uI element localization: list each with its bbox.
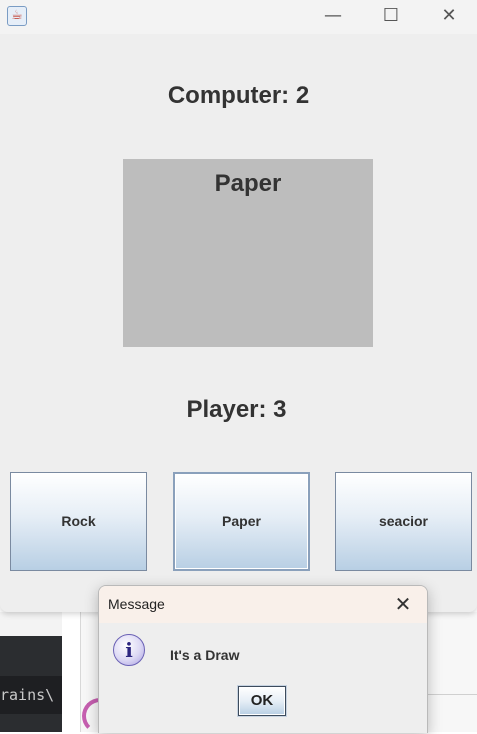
maximize-button[interactable]: ☐ xyxy=(362,0,420,32)
ok-button[interactable]: OK xyxy=(238,686,286,716)
close-button[interactable]: ✕ xyxy=(420,0,477,32)
info-icon: i xyxy=(113,634,145,666)
rock-button[interactable]: Rock xyxy=(10,472,147,571)
computer-choice-text: Paper xyxy=(214,170,282,197)
message-dialog: Message ✕ i It's a Draw OK xyxy=(98,585,428,733)
dialog-title: Message xyxy=(108,596,165,612)
player-score-label: Player: 3 xyxy=(186,396,287,423)
computer-choice-panel: Paper xyxy=(123,159,373,347)
computer-score-label: Computer: 2 xyxy=(167,82,310,109)
paper-button[interactable]: Paper xyxy=(173,472,310,571)
background-terminal-text: rains\ xyxy=(0,676,62,714)
background-divider xyxy=(428,694,477,695)
game-window: ☕ — ☐ ✕ Computer: 2 Paper Player: 3 Rock… xyxy=(0,0,477,612)
minimize-button[interactable]: — xyxy=(304,0,362,32)
java-cup-icon: ☕ xyxy=(7,6,27,26)
window-titlebar[interactable]: ☕ — ☐ ✕ xyxy=(0,0,477,34)
dialog-close-button[interactable]: ✕ xyxy=(385,586,421,623)
scissor-button[interactable]: seacior xyxy=(335,472,472,571)
dialog-titlebar[interactable]: Message ✕ xyxy=(99,586,427,623)
dialog-message: It's a Draw xyxy=(170,647,240,663)
